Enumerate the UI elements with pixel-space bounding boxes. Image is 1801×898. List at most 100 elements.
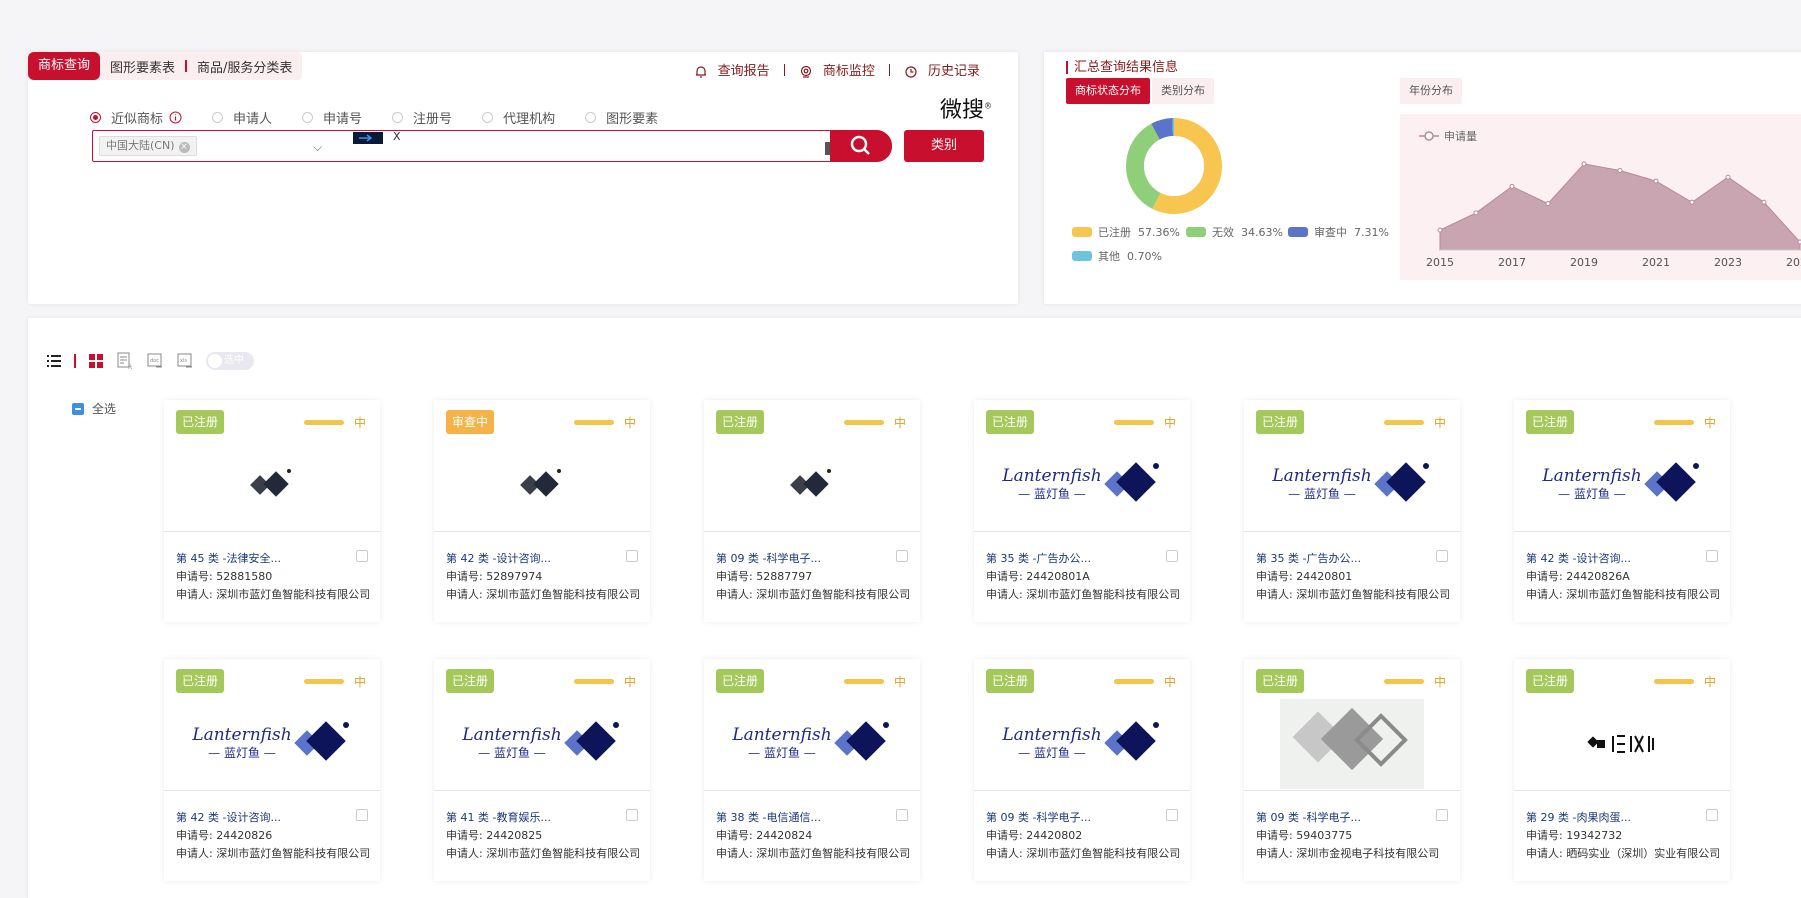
selected-toggle[interactable]: 选中	[206, 352, 254, 370]
chevron-down-icon[interactable]: ⌵	[313, 140, 322, 155]
tab-goods-classification[interactable]: 商品/服务分类表	[187, 57, 302, 76]
area-point[interactable]	[1617, 168, 1623, 173]
radio-applicant[interactable]: 申请人	[212, 108, 272, 127]
export-doc-icon[interactable]: doc	[146, 352, 164, 370]
radio-app-no[interactable]: 申请号	[302, 108, 362, 127]
report-icon[interactable]: R	[116, 352, 134, 370]
trademark-class[interactable]: 第 29 类 -肉果肉蛋...	[1526, 809, 1631, 825]
trademark-class[interactable]: 第 09 类 -科学电子...	[716, 550, 821, 566]
trademark-card[interactable]: 已注册 中 Lanternfish — 蓝灯鱼 — 第 35 类 -广告办公... 申请号…	[974, 400, 1190, 622]
trademark-card[interactable]: 已注册 中 Lanternfish — 蓝灯鱼 — 第 35 类 -广告办公... 申请号…	[1244, 400, 1460, 622]
trademark-card[interactable]: 审查中 中第 42 类 -设计咨询... 申请号: 52897974 申请人: 深圳市…	[434, 400, 650, 622]
card-checkbox[interactable]	[1706, 550, 1718, 562]
trademark-class[interactable]: 第 35 类 -广告办公...	[986, 550, 1091, 566]
tab-trademark-search[interactable]: 商标查询	[28, 52, 101, 80]
trademark-class[interactable]: 第 42 类 -设计咨询...	[176, 809, 281, 825]
region-tag[interactable]: 中国大陆(CN) ×	[99, 136, 197, 156]
tab-class-distribution[interactable]: 类别分布	[1152, 78, 1214, 104]
card-checkbox[interactable]	[896, 550, 908, 562]
card-checkbox[interactable]	[1166, 550, 1178, 562]
list-view-icon[interactable]	[46, 353, 62, 369]
close-icon[interactable]: ×	[178, 142, 190, 153]
trademark-image[interactable]	[1514, 697, 1730, 791]
trademark-card[interactable]: 已注册 中 Lanternfish — 蓝灯鱼 — 第 42 类 -设计咨询... 申请号…	[1514, 400, 1730, 622]
x-tick-label: 2015	[1426, 256, 1454, 269]
area-point[interactable]	[1581, 161, 1587, 167]
card-checkbox[interactable]	[1436, 809, 1448, 821]
link-report[interactable]: 查询报告	[694, 60, 770, 79]
card-checkbox[interactable]	[356, 809, 368, 821]
trademark-image[interactable]: Lanternfish — 蓝灯鱼 —	[164, 697, 380, 791]
trademark-class[interactable]: 第 35 类 -广告办公...	[1256, 550, 1361, 566]
tab-year-distribution[interactable]: 年份分布	[1400, 78, 1462, 104]
stats-title: 汇总查询结果信息	[1066, 61, 1178, 74]
link-monitor[interactable]: 商标监控	[799, 60, 875, 79]
trademark-class[interactable]: 第 41 类 -教育娱乐...	[446, 809, 551, 825]
trademark-image[interactable]: Lanternfish — 蓝灯鱼 —	[704, 697, 920, 791]
trademark-image[interactable]: Lanternfish — 蓝灯鱼 —	[974, 697, 1190, 791]
area-point[interactable]	[1545, 201, 1551, 207]
tab-status-distribution[interactable]: 商标状态分布	[1066, 78, 1150, 104]
trademark-card[interactable]: 已注册 中 Lanternfish — 蓝灯鱼 — 第 42 类 -设计咨询... 申请号…	[164, 659, 380, 881]
trademark-image[interactable]: Lanternfish — 蓝灯鱼 —	[434, 697, 650, 791]
search-input[interactable]: 中国大陆(CN) × ⌵ X	[92, 130, 892, 162]
card-checkbox[interactable]	[896, 809, 908, 821]
card-checkbox[interactable]	[1706, 809, 1718, 821]
bell-icon	[695, 65, 706, 78]
area-point[interactable]	[1437, 227, 1443, 233]
trademark-card[interactable]: 已注册 中第 45 类 -法律安全... 申请号: 52881580 申请人: 深圳市…	[164, 400, 380, 622]
trademark-card[interactable]: 已注册 中 Lanternfish — 蓝灯鱼 — 第 09 类 -科学电子... 申请号…	[974, 659, 1190, 881]
trademark-image[interactable]: Lanternfish — 蓝灯鱼 —	[1514, 438, 1730, 532]
trademark-card[interactable]: 已注册 中 Lanternfish — 蓝灯鱼 — 第 41 类 -教育娱乐... 申请号…	[434, 659, 650, 881]
lanternfish-logo: Lanternfish — 蓝灯鱼 —	[732, 719, 891, 769]
area-point[interactable]	[1689, 199, 1695, 205]
legend-pending[interactable]: 审查中 7.31%	[1288, 224, 1389, 240]
trademark-image[interactable]	[164, 438, 380, 532]
area-point[interactable]	[1509, 183, 1515, 189]
area-point[interactable]	[1653, 178, 1659, 184]
trademark-class[interactable]: 第 09 类 -科学电子...	[986, 809, 1091, 825]
link-history[interactable]: 历史记录	[904, 60, 980, 79]
trademark-class[interactable]: 第 09 类 -科学电子...	[1256, 809, 1361, 825]
card-checkbox[interactable]	[356, 550, 368, 562]
radio-reg-no[interactable]: 注册号	[392, 108, 452, 127]
card-checkbox[interactable]	[1436, 550, 1448, 562]
area-point[interactable]	[1473, 210, 1479, 216]
legend-other[interactable]: 其他 0.70%	[1072, 248, 1162, 264]
trademark-image[interactable]: Lanternfish — 蓝灯鱼 —	[974, 438, 1190, 532]
trademark-class[interactable]: 第 42 类 -设计咨询...	[446, 550, 551, 566]
trademark-image[interactable]	[1244, 697, 1460, 791]
status-badge: 已注册	[1256, 669, 1305, 693]
radio-graphic[interactable]: 图形要素	[585, 108, 658, 127]
trademark-card[interactable]: 已注册 中第 09 类 -科学电子... 申请号: 59403775 申请人: 深圳市…	[1244, 659, 1460, 881]
trademark-card[interactable]: 已注册 中第 29 类 -肉果肉蛋... 申请号: 19342732 申请人: 晒码实…	[1514, 659, 1730, 881]
status-badge: 已注册	[176, 410, 225, 434]
trademark-image[interactable]: Lanternfish — 蓝灯鱼 —	[1244, 438, 1460, 532]
card-checkbox[interactable]	[626, 550, 638, 562]
svg-text:doc: doc	[150, 358, 159, 364]
area-point[interactable]	[1761, 199, 1767, 205]
area-point[interactable]	[1725, 174, 1731, 180]
trademark-card[interactable]: 已注册 中 Lanternfish — 蓝灯鱼 — 第 38 类 -电信通信... 申请号…	[704, 659, 920, 881]
legend-registered[interactable]: 已注册 57.36%	[1072, 224, 1180, 240]
tab-graphic-elements[interactable]: 图形要素表	[100, 57, 185, 76]
info-icon[interactable]	[169, 111, 182, 124]
trademark-class[interactable]: 第 42 类 -设计咨询...	[1526, 550, 1631, 566]
x-tick-label: 2017	[1498, 256, 1526, 269]
radio-similar[interactable]: 近似商标	[90, 108, 182, 127]
legend-invalid[interactable]: 无效 34.63%	[1186, 224, 1283, 240]
trademark-class[interactable]: 第 45 类 -法律安全...	[176, 550, 281, 566]
category-button[interactable]: 类别	[904, 130, 984, 162]
card-checkbox[interactable]	[1166, 809, 1178, 821]
trademark-class[interactable]: 第 38 类 -电信通信...	[716, 809, 821, 825]
trademark-image[interactable]	[704, 438, 920, 532]
search-button[interactable]	[830, 130, 892, 162]
radio-agency[interactable]: 代理机构	[482, 108, 555, 127]
select-all-checkbox[interactable]: 全选	[72, 400, 116, 417]
trademark-image[interactable]	[434, 438, 650, 532]
grid-view-icon[interactable]	[88, 353, 104, 369]
card-checkbox[interactable]	[626, 809, 638, 821]
trademark-card[interactable]: 已注册 中第 09 类 -科学电子... 申请号: 52887797 申请人: 深圳市…	[704, 400, 920, 622]
remove-image-button[interactable]: X	[393, 130, 401, 143]
export-xls-icon[interactable]: xls	[176, 352, 194, 370]
